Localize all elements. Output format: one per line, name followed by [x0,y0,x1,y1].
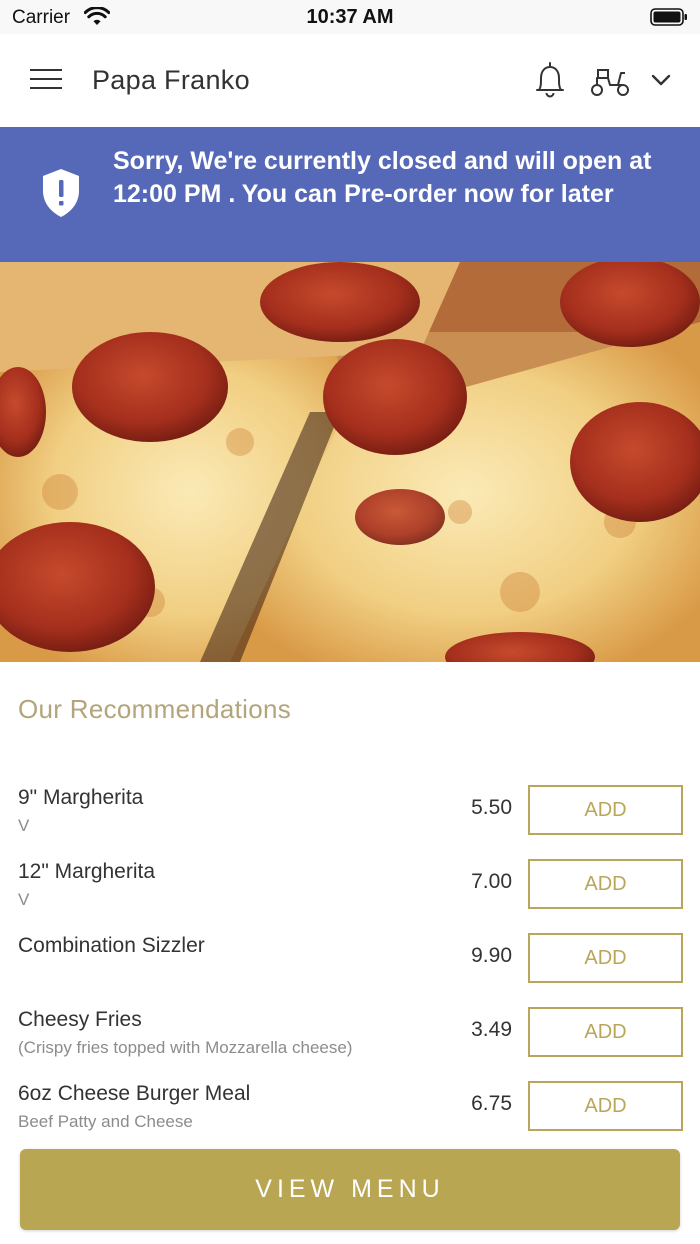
list-item: Combination Sizzler 9.90 ADD [0,928,700,1002]
item-price: 7.00 [471,870,512,893]
item-price: 3.49 [471,1018,512,1041]
item-description: Beef Patty and Cheese [18,1112,193,1131]
app-header: Papa Franko [0,34,700,127]
list-item: 6oz Cheese Burger Meal Beef Patty and Ch… [0,1076,700,1150]
bell-icon[interactable] [532,60,568,100]
item-name: Cheesy Fries [18,1008,142,1031]
recommendations-title: Our Recommendations [18,694,292,724]
item-price: 5.50 [471,796,512,819]
list-item: 12" Margherita V 7.00 ADD [0,854,700,928]
chevron-down-icon[interactable] [649,70,673,90]
restaurant-name: Papa Franko [92,65,250,95]
item-name: 9" Margherita [18,786,144,809]
recommendations-list: 9" Margherita V 5.50 ADD 12" Margherita … [0,780,700,1150]
add-button[interactable]: ADD [528,1081,683,1131]
add-button[interactable]: ADD [528,1007,683,1057]
list-item: 9" Margherita V 5.50 ADD [0,780,700,854]
add-button[interactable]: ADD [528,933,683,983]
closed-message: Sorry, We're currently closed and will o… [113,147,652,208]
shield-alert-icon [43,169,79,217]
add-button[interactable]: ADD [528,859,683,909]
item-description: V [18,816,30,835]
scooter-icon[interactable] [588,64,632,98]
closed-banner: Sorry, We're currently closed and will o… [0,127,700,262]
item-price: 6.75 [471,1092,512,1115]
item-description: (Crispy fries topped with Mozzarella che… [18,1038,353,1057]
item-name: Combination Sizzler [18,934,205,957]
view-menu-button[interactable]: VIEW MENU [20,1149,680,1230]
item-description: V [18,890,30,909]
add-button[interactable]: ADD [528,785,683,835]
item-price: 9.90 [471,944,512,967]
hero-pizza-image [0,262,700,662]
status-time: 10:37 AM [306,6,394,28]
battery-icon [650,8,687,26]
item-name: 12" Margherita [18,860,156,883]
status-bar: Carrier 10:37 AM [0,0,700,34]
menu-icon[interactable] [30,69,62,93]
item-name: 6oz Cheese Burger Meal [18,1082,251,1105]
list-item: Cheesy Fries (Crispy fries topped with M… [0,1002,700,1076]
